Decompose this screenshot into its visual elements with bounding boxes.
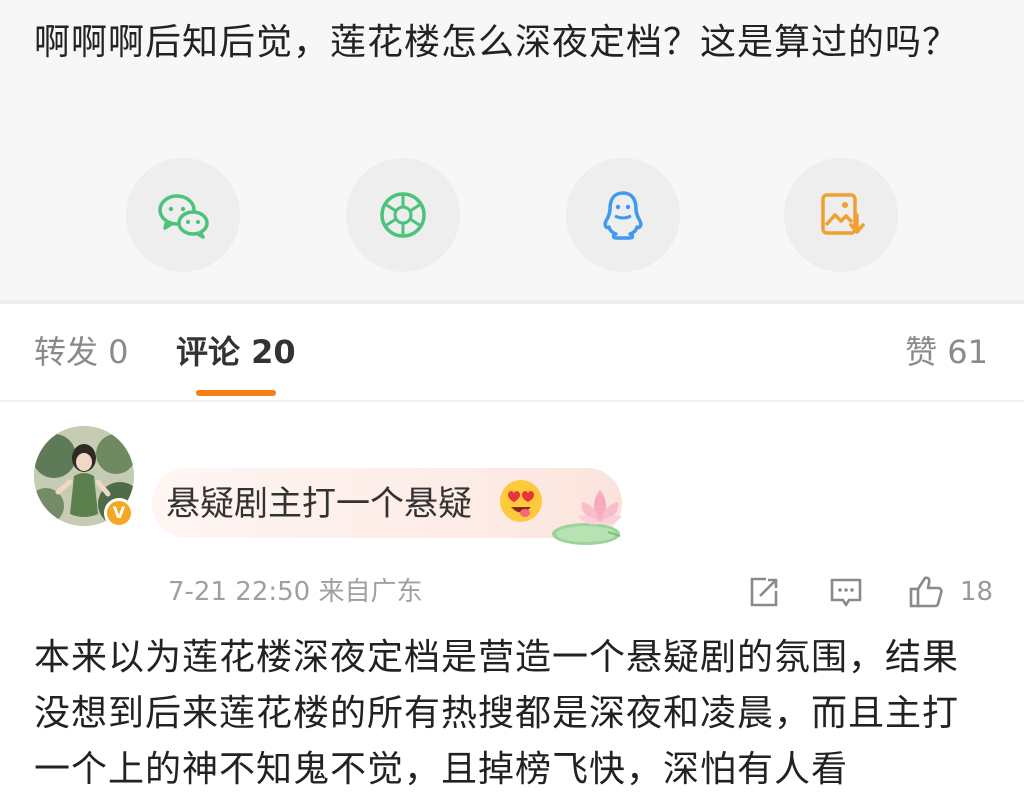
share-moments-button[interactable] [346, 158, 460, 272]
lotus-decoration-icon [552, 490, 622, 545]
post-text: 啊啊啊后知后觉，莲花楼怎么深夜定档？这是算过的吗？ [34, 22, 960, 63]
heart-eyes-emoji-icon [500, 480, 542, 522]
share-qq-button[interactable] [566, 158, 680, 272]
tab-comments[interactable]: 评论 20 [176, 332, 296, 372]
wechat-icon [158, 194, 209, 239]
save-image-icon [821, 193, 865, 235]
comment-timestamp: 7-21 22:50 来自广东 [168, 577, 423, 607]
share-row [0, 158, 1024, 272]
comment-body-text: 本来以为莲花楼深夜定档是营造一个悬疑剧的氛围，结果没想到后来莲花楼的所有热搜都是… [34, 637, 960, 790]
tabs-divider [0, 400, 1024, 402]
post-section: 啊啊啊后知后觉，莲花楼怎么深夜定档？这是算过的吗？ [0, 0, 1024, 300]
share-wechat-button[interactable] [126, 158, 240, 272]
tab-reposts[interactable]: 转发 0 [34, 332, 129, 372]
verified-badge: V [104, 498, 134, 528]
qq-icon [603, 191, 643, 240]
comment-like-count: 18 [960, 577, 994, 607]
comment-icon[interactable] [828, 574, 864, 610]
save-image-button[interactable] [784, 158, 898, 272]
share-icon[interactable] [746, 574, 782, 610]
comment-bubble-text: 悬疑剧主打一个悬疑 [166, 484, 472, 524]
tab-likes[interactable]: 赞 61 [905, 332, 988, 372]
moments-icon [380, 192, 426, 238]
thumbs-up-icon[interactable] [908, 574, 944, 610]
active-tab-indicator [196, 390, 276, 396]
comment-tabs: 转发 0 评论 20 赞 61 [0, 304, 1024, 402]
